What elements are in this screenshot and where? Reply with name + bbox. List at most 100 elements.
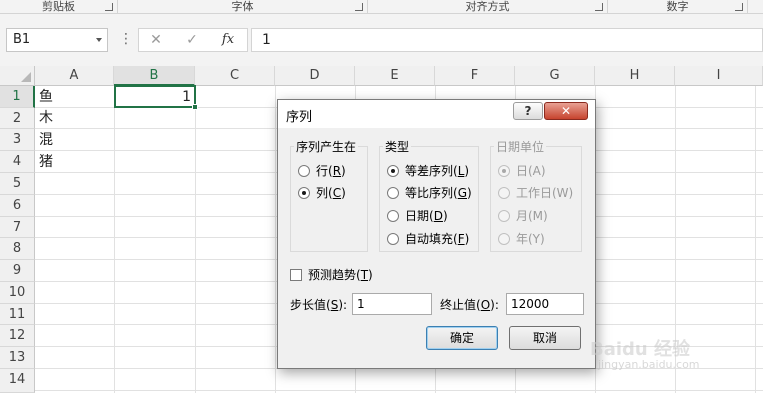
row-header-3[interactable]: 3: [0, 129, 35, 151]
stop-label-text: 终止值(: [440, 298, 481, 312]
radio-button[interactable]: [387, 187, 399, 199]
radio-columns-label: 列(: [316, 186, 333, 200]
column-header-h[interactable]: H: [595, 66, 675, 86]
radio-day: 日(A): [498, 162, 546, 180]
cell-a4[interactable]: 猪: [35, 151, 114, 173]
formula-actions: ✕ ✓ fx: [138, 28, 248, 52]
enter-icon[interactable]: ✓: [179, 29, 205, 51]
row-header-13[interactable]: 13: [0, 347, 35, 369]
row-header-7[interactable]: 7: [0, 217, 35, 238]
radio-growth[interactable]: 等比序列(G): [387, 184, 472, 202]
fill-handle[interactable]: [192, 104, 198, 110]
radio-columns[interactable]: 列(C): [298, 184, 346, 202]
ribbon-group-clipboard: 剪贴板: [0, 0, 118, 14]
radio-button-disabled: [498, 187, 510, 199]
dialog-launcher-icon[interactable]: [355, 3, 363, 11]
row-header-14[interactable]: 14: [0, 369, 35, 393]
dialog-launcher-icon[interactable]: [105, 3, 113, 11]
dialog-launcher-icon[interactable]: [735, 3, 743, 11]
formula-input[interactable]: 1: [251, 28, 763, 52]
radio-button-selected[interactable]: [387, 165, 399, 177]
close-button[interactable]: ✕: [544, 102, 588, 120]
row-header-4[interactable]: 4: [0, 151, 35, 173]
series-in-title: 序列产生在: [294, 138, 359, 155]
row-header-11[interactable]: 11: [0, 304, 35, 325]
column-header-i[interactable]: I: [675, 66, 763, 86]
column-header-e[interactable]: E: [355, 66, 435, 86]
label-tail: ): [467, 186, 472, 200]
label-tail: ): [464, 164, 470, 178]
row-header-6[interactable]: 6: [0, 195, 35, 217]
label-tail: ):: [490, 298, 499, 312]
radio-button-disabled: [498, 233, 510, 245]
dialog-title: 序列: [286, 110, 313, 125]
column-header-f[interactable]: F: [435, 66, 515, 86]
row-header-12[interactable]: 12: [0, 325, 35, 347]
insert-function-icon[interactable]: fx: [215, 29, 241, 51]
active-cell-border: [114, 85, 198, 110]
access-key: T: [360, 268, 369, 282]
stop-label: 终止值(O):: [440, 296, 499, 314]
column-header-c[interactable]: C: [195, 66, 275, 86]
chevron-down-icon[interactable]: [96, 38, 102, 42]
help-button[interactable]: ?: [513, 102, 543, 120]
label-tail: ): [341, 186, 346, 200]
radio-date-label: 日期(: [405, 209, 434, 223]
ribbon-group-alignment: 对齐方式: [368, 0, 608, 14]
access-key: C: [332, 186, 342, 200]
radio-year-label: 年(Y): [516, 232, 545, 246]
access-key: D: [433, 209, 443, 223]
formula-bar-resize-handle[interactable]: ⋮: [119, 28, 133, 52]
ribbon-group-strip: 剪贴板 字体 对齐方式 数字: [0, 0, 763, 14]
step-label-text: 步长值(: [290, 298, 331, 312]
ribbon-group-label: 对齐方式: [465, 0, 510, 13]
formula-bar-area: B1 ⋮ ✕ ✓ fx 1: [0, 14, 763, 66]
radio-linear[interactable]: 等差序列(L): [387, 162, 469, 180]
label-tail: ): [442, 209, 448, 223]
row-header-9[interactable]: 9: [0, 260, 35, 282]
radio-date[interactable]: 日期(D): [387, 207, 448, 225]
ribbon-group-label: 字体: [231, 0, 254, 13]
label-tail: ): [464, 232, 470, 246]
radio-button[interactable]: [298, 165, 310, 177]
trend-checkbox[interactable]: 预测趋势(T): [290, 266, 373, 284]
row-header-5[interactable]: 5: [0, 173, 35, 195]
column-header-b[interactable]: B: [114, 66, 195, 86]
access-key: O: [480, 298, 491, 312]
cell-a2[interactable]: 木: [35, 107, 114, 129]
dialog-titlebar[interactable]: 序列 ? ✕: [278, 100, 595, 128]
column-header-d[interactable]: D: [275, 66, 355, 86]
radio-rows[interactable]: 行(R): [298, 162, 346, 180]
step-value-input[interactable]: 1: [352, 293, 432, 315]
ribbon-group-label: 剪贴板: [42, 0, 75, 13]
name-box[interactable]: B1: [6, 28, 108, 52]
step-label: 步长值(S):: [290, 296, 347, 314]
date-unit-title: 日期单位: [494, 138, 547, 155]
cancel-icon[interactable]: ✕: [143, 29, 169, 51]
row-header-8[interactable]: 8: [0, 238, 35, 260]
radio-linear-label: 等差序列(: [405, 164, 458, 178]
checkbox[interactable]: [290, 269, 302, 281]
column-header-a[interactable]: A: [35, 66, 114, 86]
radio-autofill[interactable]: 自动填充(F): [387, 230, 469, 248]
ok-button[interactable]: 确定: [426, 326, 498, 350]
row-header-10[interactable]: 10: [0, 282, 35, 304]
row-header-2[interactable]: 2: [0, 108, 35, 129]
label-tail: ): [341, 164, 346, 178]
name-box-value: B1: [13, 32, 31, 47]
radio-month-label: 月(M): [516, 209, 548, 223]
row-header-1[interactable]: 1: [0, 86, 35, 108]
dialog-launcher-icon[interactable]: [595, 3, 603, 11]
radio-button[interactable]: [387, 210, 399, 222]
cell-a3[interactable]: 混: [35, 129, 114, 151]
select-all-corner[interactable]: [0, 66, 35, 86]
watermark-url: jingyan.baidu.com: [598, 358, 700, 371]
stop-value-input[interactable]: 12000: [506, 293, 584, 315]
cancel-button[interactable]: 取消: [509, 326, 581, 350]
cell-a1[interactable]: 鱼: [35, 86, 114, 108]
radio-button[interactable]: [387, 233, 399, 245]
radio-button-selected[interactable]: [298, 187, 310, 199]
access-key: R: [332, 164, 342, 178]
radio-day-label: 日(A): [516, 164, 546, 178]
column-header-g[interactable]: G: [515, 66, 595, 86]
